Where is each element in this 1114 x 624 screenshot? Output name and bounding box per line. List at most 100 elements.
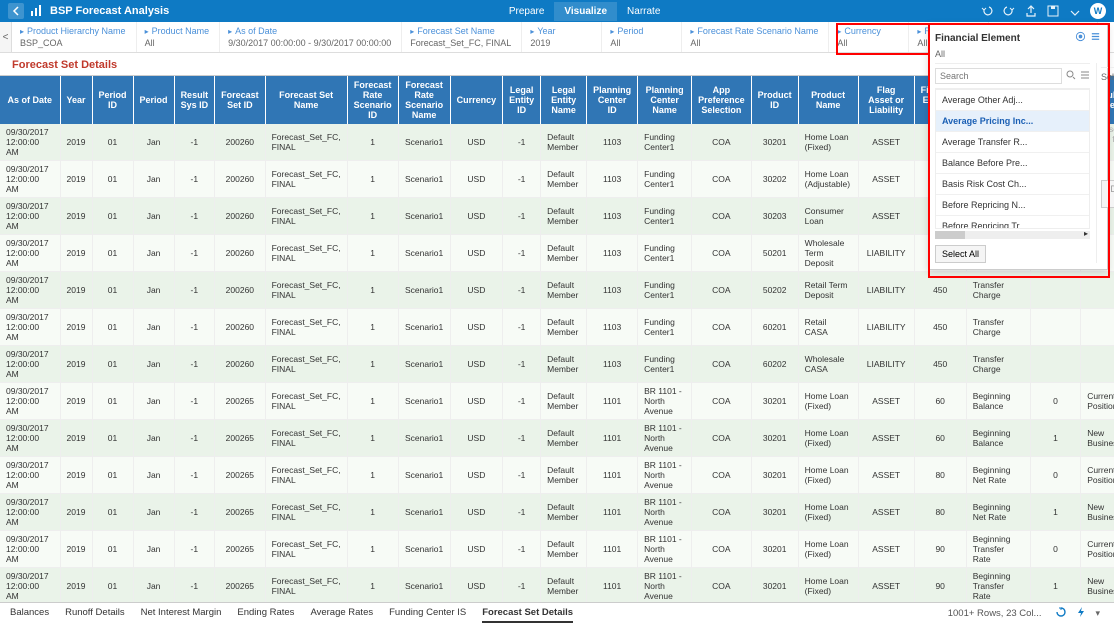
table-cell: 01: [92, 531, 133, 568]
table-row[interactable]: 09/30/2017 12:00:00 AM201901Jan-1200265F…: [0, 457, 1114, 494]
table-cell: COA: [692, 272, 752, 309]
dropdown-option[interactable]: Average Other Adj...: [936, 90, 1089, 111]
dropdown-option[interactable]: Average Transfer R...: [936, 132, 1089, 153]
table-cell: -1: [503, 309, 541, 346]
column-header[interactable]: Period ID: [92, 76, 133, 124]
undo-icon[interactable]: [980, 4, 994, 18]
table-row[interactable]: 09/30/2017 12:00:00 AM201901Jan-1200265F…: [0, 568, 1114, 605]
column-header[interactable]: Forecast Set ID: [215, 76, 266, 124]
column-header[interactable]: Product ID: [751, 76, 798, 124]
table-cell: -1: [503, 531, 541, 568]
table-row[interactable]: 09/30/2017 12:00:00 AM201901Jan-1200265F…: [0, 531, 1114, 568]
table-row[interactable]: 09/30/2017 12:00:00 AM201901Jan-1200260F…: [0, 309, 1114, 346]
table-cell: ASSET: [858, 494, 914, 531]
column-header[interactable]: Planning Center Name: [638, 76, 692, 124]
column-header[interactable]: App Preference Selection: [692, 76, 752, 124]
column-header[interactable]: Result Sys ID: [174, 76, 215, 124]
share-icon[interactable]: [1024, 4, 1038, 18]
dropdown-option[interactable]: Basis Risk Cost Ch...: [936, 174, 1089, 195]
table-cell: Default Member: [541, 383, 587, 420]
filter-label: Year: [530, 26, 591, 36]
dropdown-menu-icon[interactable]: [1090, 31, 1101, 45]
table-cell: 01: [92, 494, 133, 531]
table-cell: 1: [347, 235, 398, 272]
search-icon[interactable]: [1066, 70, 1076, 83]
footer-tab[interactable]: Forecast Set Details: [482, 604, 573, 623]
user-avatar[interactable]: W: [1090, 3, 1106, 19]
table-cell: Jan: [133, 235, 174, 272]
page-title: BSP Forecast Analysis: [50, 5, 169, 17]
table-row[interactable]: 09/30/2017 12:00:00 AM201901Jan-1200260F…: [0, 272, 1114, 309]
filter-item[interactable]: Product Hierarchy Name BSP_COA: [12, 22, 137, 52]
column-header[interactable]: Forecast Rate Scenario Name: [398, 76, 450, 124]
dropdown-option[interactable]: Balance Before Pre...: [936, 153, 1089, 174]
tab-narrate[interactable]: Narrate: [617, 2, 670, 21]
filter-item[interactable]: Period All: [602, 22, 682, 52]
refresh-icon[interactable]: [1055, 606, 1067, 621]
dropdown-option-list[interactable]: Average Other Adj...Average Pricing Inc.…: [935, 89, 1090, 229]
table-cell: 1103: [587, 309, 638, 346]
filter-item[interactable]: Forecast Rate Scenario Name All: [682, 22, 829, 52]
column-header[interactable]: Currency: [450, 76, 503, 124]
lightning-icon[interactable]: [1075, 606, 1087, 621]
table-cell: [1081, 346, 1114, 383]
table-cell: Forecast_Set_FC, FINAL: [265, 161, 347, 198]
table-cell: Scenario1: [398, 346, 450, 383]
table-cell: 1: [347, 420, 398, 457]
filter-item[interactable]: Currency All: [829, 22, 909, 52]
dropdown-option[interactable]: Before Repricing Tr...: [936, 216, 1089, 229]
tab-visualize[interactable]: Visualize: [554, 2, 617, 21]
back-button[interactable]: [8, 3, 24, 19]
filter-item[interactable]: Product Name All: [137, 22, 221, 52]
column-header[interactable]: Product Name: [798, 76, 858, 124]
table-cell: 30203: [751, 198, 798, 235]
table-cell: Scenario1: [398, 383, 450, 420]
footer-tab[interactable]: Average Rates: [310, 604, 373, 623]
footer-tab[interactable]: Net Interest Margin: [141, 604, 222, 623]
table-row[interactable]: 09/30/2017 12:00:00 AM201901Jan-1200265F…: [0, 494, 1114, 531]
filter-item[interactable]: Year 2019: [522, 22, 602, 52]
scroll-right-icon[interactable]: ▸: [1084, 229, 1088, 238]
deselect-all-button[interactable]: Deselect All: [1101, 180, 1114, 208]
table-cell: 200265: [215, 494, 266, 531]
table-cell: BR 1101 - North Avenue: [638, 531, 692, 568]
footer-tab[interactable]: Ending Rates: [237, 604, 294, 623]
footer-tab[interactable]: Funding Center IS: [389, 604, 466, 623]
expand-filters-handle[interactable]: <: [0, 22, 12, 52]
filter-item[interactable]: As of Date 9/30/2017 00:00:00 - 9/30/201…: [220, 22, 402, 52]
column-header[interactable]: Forecast Set Name: [265, 76, 347, 124]
dropdown-info-icon[interactable]: [1075, 31, 1086, 45]
select-all-button[interactable]: Select All: [935, 245, 986, 263]
dropdown-option[interactable]: Average Pricing Inc...: [936, 111, 1089, 132]
footer-dropdown-icon[interactable]: ▾: [1095, 608, 1100, 619]
column-header[interactable]: Legal Entity Name: [541, 76, 587, 124]
scrollbar-thumb[interactable]: [935, 231, 965, 239]
save-icon[interactable]: [1046, 4, 1060, 18]
search-menu-icon[interactable]: [1080, 70, 1090, 83]
more-icon[interactable]: [1068, 4, 1082, 18]
table-row[interactable]: 09/30/2017 12:00:00 AM201901Jan-1200265F…: [0, 420, 1114, 457]
column-header[interactable]: Flag Asset or Liability: [858, 76, 914, 124]
app-topbar: BSP Forecast Analysis Prepare Visualize …: [0, 0, 1114, 22]
dropdown-search-input[interactable]: [935, 68, 1062, 84]
table-cell: Jan: [133, 383, 174, 420]
tab-prepare[interactable]: Prepare: [499, 2, 555, 21]
column-header[interactable]: Period: [133, 76, 174, 124]
column-header[interactable]: Year: [60, 76, 92, 124]
table-cell: 2019: [60, 235, 92, 272]
column-header[interactable]: Forecast Rate Scenario ID: [347, 76, 398, 124]
table-cell: 1: [1030, 494, 1081, 531]
table-row[interactable]: 09/30/2017 12:00:00 AM201901Jan-1200265F…: [0, 383, 1114, 420]
table-cell: 1: [347, 272, 398, 309]
footer-tab[interactable]: Runoff Details: [65, 604, 125, 623]
redo-icon[interactable]: [1002, 4, 1016, 18]
table-row[interactable]: 09/30/2017 12:00:00 AM201901Jan-1200260F…: [0, 346, 1114, 383]
column-header[interactable]: Legal Entity ID: [503, 76, 541, 124]
filter-item[interactable]: Forecast Set Name Forecast_Set_FC, FINAL: [402, 22, 522, 52]
column-header[interactable]: As of Date: [0, 76, 60, 124]
column-header[interactable]: Planning Center ID: [587, 76, 638, 124]
footer-tab[interactable]: Balances: [10, 604, 49, 623]
filter-label: Product Hierarchy Name: [20, 26, 126, 36]
dropdown-option[interactable]: Before Repricing N...: [936, 195, 1089, 216]
table-cell: Home Loan (Adjustable): [798, 161, 858, 198]
